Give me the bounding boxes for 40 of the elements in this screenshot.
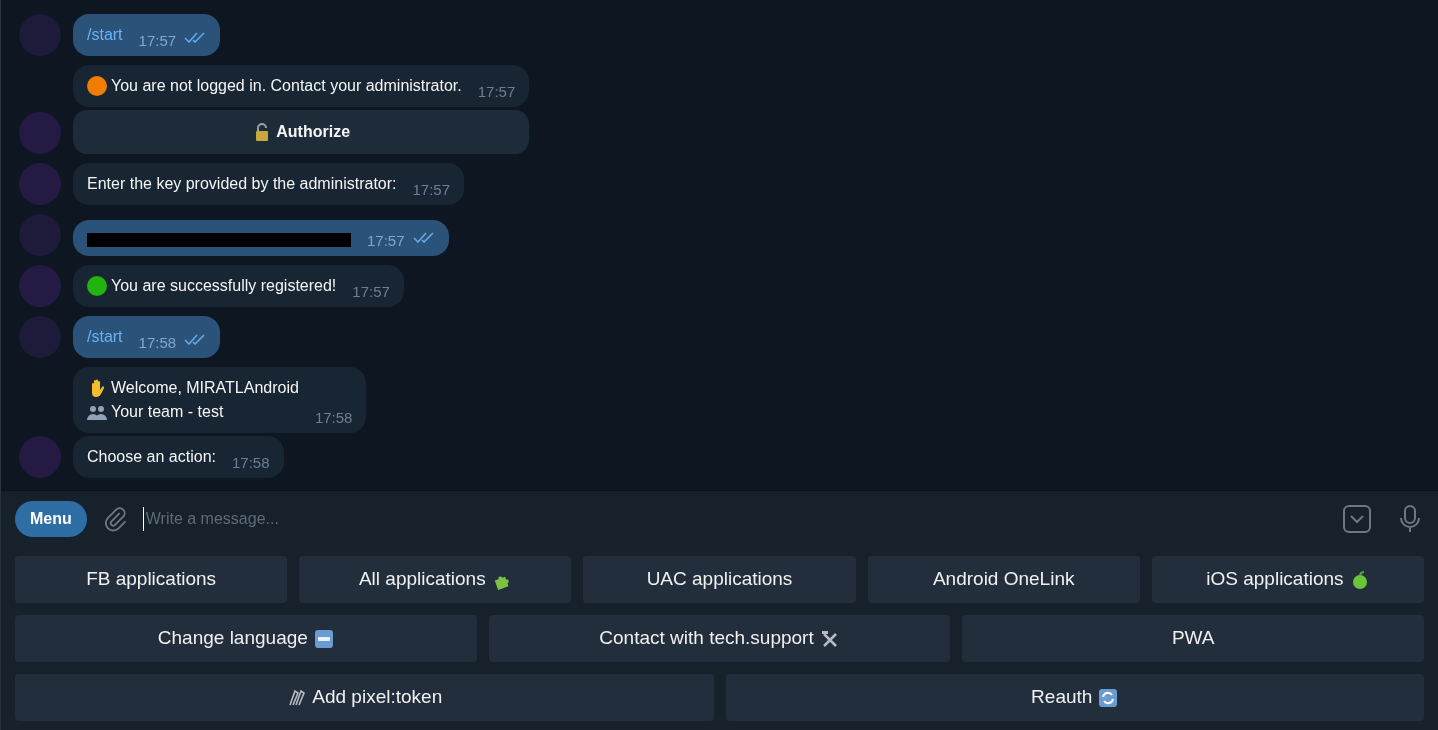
user-avatar[interactable] (19, 14, 61, 56)
keyboard-button[interactable]: Add pixel:token (15, 674, 714, 721)
bot-avatar[interactable] (19, 112, 61, 154)
message-time: 17:58 (138, 334, 177, 352)
keyboard-button[interactable]: PWA (962, 615, 1424, 662)
hammer-and-wrench-icon (819, 628, 840, 649)
keyboard-button[interactable]: Change language (15, 615, 477, 662)
abc-icon (313, 628, 334, 649)
user-avatar[interactable] (19, 214, 61, 256)
keyboard-button[interactable]: iOS applications (1151, 556, 1424, 603)
message-text: Choose an action: (87, 447, 216, 467)
message-time: 17:57 (367, 232, 405, 250)
inline-button[interactable]: Authorize (73, 110, 530, 154)
bot-command-link[interactable]: /start (87, 325, 123, 349)
message-text: Your team - test (111, 402, 224, 422)
bot-avatar[interactable] (19, 163, 61, 205)
message-text: Welcome, MIRATLAndroid (111, 378, 299, 398)
keyboard-button[interactable]: Reauth (725, 674, 1424, 721)
message-text: You are not logged in. Contact your administrator. (111, 76, 462, 96)
bot-avatar[interactable] (19, 265, 61, 307)
refresh-icon (1098, 687, 1119, 708)
message-time: 17:57 (412, 181, 451, 199)
keyboard-button[interactable]: UAC applications (583, 556, 856, 603)
bot-command-link[interactable]: /start (87, 23, 123, 47)
menu-button[interactable]: Menu (15, 501, 87, 537)
keyboard-button[interactable]: Android OneLink (867, 556, 1140, 603)
message-time: 17:57 (352, 283, 390, 301)
message-input[interactable]: Write a message... (142, 507, 1328, 531)
keyboard-button[interactable]: All applications (299, 556, 572, 603)
message-time: 17:57 (477, 83, 516, 101)
bot-avatar[interactable] (19, 436, 61, 478)
message-time: 17:58 (232, 454, 270, 472)
message-time: 17:57 (138, 32, 177, 50)
message-text: You are successfully registered! (111, 276, 337, 296)
message-text: Enter the key provided by the administrator: (87, 174, 397, 194)
keyboard-button[interactable]: FB applications (15, 556, 288, 603)
user-avatar[interactable] (19, 316, 61, 358)
keyboard-button[interactable]: Contact with tech.support (488, 615, 951, 662)
message-time: 17:58 (314, 409, 353, 427)
keyboard-toggle-icon[interactable] (1342, 504, 1372, 534)
